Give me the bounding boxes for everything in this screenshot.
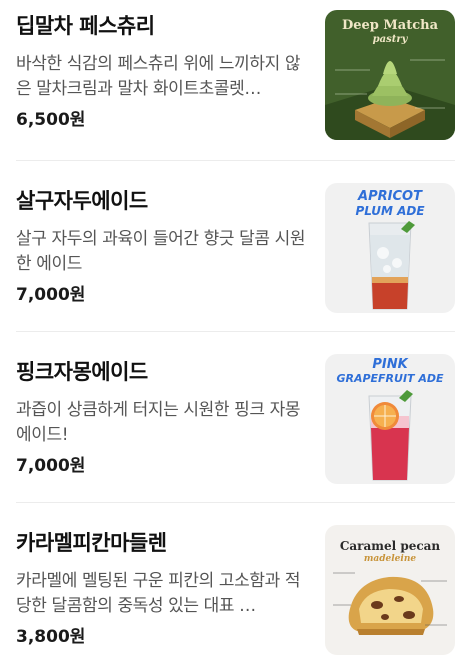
menu-item-price: 3,800원 [16, 627, 86, 647]
menu-item-price: 7,000원 [16, 285, 86, 305]
menu-item-image[interactable]: Deep Matcha pastry [325, 10, 455, 140]
image-title: Caramel pecan [339, 539, 441, 553]
menu-item-deep-matcha-pastry[interactable]: 딥말차 페스츄리 바삭한 식감의 페스츄리 위에 느끼하지 않은 말차크림과 말… [16, 0, 455, 161]
menu-item-info: 딥말차 페스츄리 바삭한 식감의 페스츄리 위에 느끼하지 않은 말차크림과 말… [16, 12, 308, 132]
image-subtitle: madeleine [363, 554, 417, 564]
menu-item-name: 카라멜피칸마들렌 [16, 531, 167, 555]
menu-item-pink-grapefruit-ade[interactable]: 핑크자몽에이드 과즙이 상큼하게 터지는 시원한 핑크 자몽에이드! 7,000… [16, 332, 455, 503]
menu-item-name: 핑크자몽에이드 [16, 360, 148, 384]
menu-item-apricot-plum-ade[interactable]: 살구자두에이드 살구 자두의 과육이 들어간 향긋 달콤 시원한 에이드 7,0… [16, 161, 455, 332]
image-subtitle: PLUM ADE [355, 204, 425, 218]
menu-item-name: 살구자두에이드 [16, 189, 148, 213]
menu-item-description: 바삭한 식감의 페스츄리 위에 느끼하지 않은 말차크림과 말차 화이트초콜렛… [16, 54, 301, 99]
menu-item-image[interactable]: Caramel pecan madeleine [325, 525, 455, 655]
menu-item-info: 카라멜피칸마들렌 카라멜에 멜팅된 구운 피칸의 고소함과 적당한 달콤함의 중… [16, 529, 308, 649]
image-title: Deep Matcha [341, 18, 439, 33]
menu-item-info: 살구자두에이드 살구 자두의 과육이 들어간 향긋 달콤 시원한 에이드 7,0… [16, 187, 308, 307]
menu-item-description: 살구 자두의 과육이 들어간 향긋 달콤 시원한 에이드 [16, 229, 306, 274]
menu-item-caramel-pecan-madeleine[interactable]: 카라멜피칸마들렌 카라멜에 멜팅된 구운 피칸의 고소함과 적당한 달콤함의 중… [16, 503, 455, 664]
image-subtitle: pastry [372, 34, 408, 45]
menu-item-description: 과즙이 상큼하게 터지는 시원한 핑크 자몽에이드! [16, 400, 301, 445]
menu-list: 딥말차 페스츄리 바삭한 식감의 페스츄리 위에 느끼하지 않은 말차크림과 말… [0, 0, 469, 664]
menu-item-description: 카라멜에 멜팅된 구운 피칸의 고소함과 적당한 달콤함의 중독성 있는 대표 … [16, 571, 301, 616]
menu-item-price: 7,000원 [16, 456, 86, 476]
menu-item-name: 딥말차 페스츄리 [16, 14, 155, 38]
menu-item-price: 6,500원 [16, 110, 86, 130]
menu-item-image[interactable]: PINK GRAPEFRUIT ADE [325, 354, 455, 484]
menu-item-info: 핑크자몽에이드 과즙이 상큼하게 터지는 시원한 핑크 자몽에이드! 7,000… [16, 358, 308, 478]
image-subtitle: GRAPEFRUIT ADE [336, 372, 444, 385]
image-title: PINK [372, 357, 408, 372]
image-title: APRICOT [358, 189, 422, 204]
menu-item-image[interactable]: APRICOT PLUM ADE [325, 183, 455, 313]
